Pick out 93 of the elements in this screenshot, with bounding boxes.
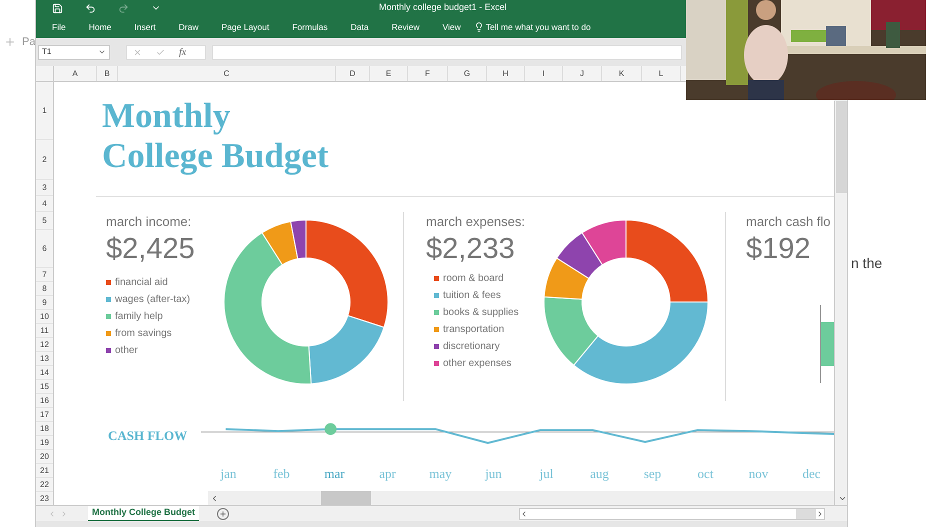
cash-flow-heading: CASH FLOW (107, 427, 188, 446)
column-header[interactable]: G (448, 66, 487, 81)
column-header[interactable]: L (642, 66, 681, 81)
previous-sheet-icon[interactable] (48, 510, 56, 518)
ribbon-tab[interactable]: Insert (134, 20, 156, 34)
budget-title: College Budget (102, 136, 330, 176)
tab-label: Pa (22, 35, 36, 50)
legend-label: other (115, 344, 138, 358)
next-sheet-icon[interactable] (60, 510, 68, 518)
legend-label: transportation (443, 323, 504, 338)
scrollbar-thumb[interactable] (321, 491, 371, 505)
row-header[interactable]: 13 (36, 352, 53, 366)
row-header[interactable]: 21 (36, 464, 53, 478)
column-header[interactable]: H (487, 66, 525, 81)
row-header[interactable]: 17 (36, 408, 53, 422)
legend-label: books & supplies (443, 306, 519, 320)
column-header[interactable]: K (602, 66, 642, 81)
row-header[interactable]: 2 (36, 140, 53, 180)
column-header[interactable]: J (563, 66, 602, 81)
cancel-icon[interactable] (133, 48, 142, 56)
column-header[interactable]: F (408, 66, 448, 81)
page-text: n the (851, 254, 882, 273)
window-title: Monthly college budget1 - Excel (379, 1, 507, 14)
scroll-right-icon[interactable] (816, 510, 824, 518)
row-header[interactable]: 12 (36, 338, 53, 352)
row-header[interactable]: 1 (36, 82, 53, 140)
row-header[interactable]: 8 (36, 282, 53, 296)
donut-slice (556, 232, 603, 279)
row-header[interactable]: 7 (36, 268, 53, 282)
column-header[interactable]: E (370, 66, 408, 81)
row-header[interactable]: 16 (36, 394, 53, 408)
scroll-left-icon[interactable] (520, 510, 528, 518)
income-label: march income: (106, 212, 192, 231)
cash-flow-label: march cash flo (746, 212, 832, 231)
expenses-label: march expenses: (426, 212, 526, 231)
row-header[interactable]: 19 (36, 436, 53, 450)
legend-label: tuition & fees (443, 289, 501, 304)
budget-title: Monthly (102, 96, 232, 136)
legend-label: financial aid (115, 276, 168, 290)
sheet-tab[interactable]: Monthly College Budget (88, 506, 199, 522)
ribbon-tab[interactable]: View (442, 20, 461, 34)
undo-icon[interactable] (85, 2, 96, 14)
enter-icon[interactable] (156, 48, 165, 56)
tell-me-field[interactable]: Tell me what you want to do (474, 20, 591, 34)
income-total: $2,425 (106, 232, 196, 268)
row-header[interactable]: 10 (36, 310, 53, 324)
scroll-left-icon[interactable] (210, 494, 219, 502)
ribbon-tab[interactable]: Data (350, 20, 369, 34)
row-header[interactable]: 14 (36, 366, 53, 380)
row-header[interactable]: 11 (36, 324, 53, 338)
insert-function-button[interactable]: fx (179, 44, 186, 60)
scrollbar-thumb[interactable] (796, 508, 816, 518)
scrollbar-thumb[interactable] (836, 101, 847, 193)
vertical-scrollbar[interactable] (834, 101, 847, 505)
column-header[interactable]: C (118, 66, 336, 81)
lightbulb-icon (474, 22, 484, 32)
row-header[interactable]: 6 (36, 230, 53, 268)
ribbon-tab[interactable]: Page Layout (222, 20, 270, 34)
row-header[interactable]: 9 (36, 296, 53, 310)
legend-label: family help (115, 310, 163, 324)
legend-label: other expenses (443, 357, 512, 372)
row-header[interactable]: 4 (36, 196, 53, 212)
dropdown-icon (98, 48, 106, 56)
scroll-down-icon[interactable] (838, 494, 846, 503)
row-header[interactable]: 22 (36, 478, 53, 492)
legend-label: wages (after-tax) (115, 293, 190, 308)
row-header[interactable]: 20 (36, 450, 53, 464)
horizontal-scrollbar[interactable] (519, 508, 825, 520)
ribbon-tab[interactable]: Review (392, 20, 420, 34)
column-header[interactable]: D (336, 66, 370, 81)
new-sheet-button[interactable] (217, 508, 229, 520)
ribbon-tab[interactable]: Formulas (292, 20, 328, 34)
legend-label: from savings (115, 327, 172, 342)
legend-label: room & board (443, 272, 504, 286)
new-tab-icon[interactable] (4, 36, 16, 48)
ribbon-tab[interactable]: Draw (178, 20, 198, 34)
row-header[interactable]: 5 (36, 212, 53, 230)
row-header[interactable]: 15 (36, 380, 53, 394)
column-header[interactable]: I (525, 66, 563, 81)
cash-flow-total: $192 (746, 232, 812, 268)
plus-icon (219, 510, 227, 518)
row-header[interactable]: 3 (36, 180, 53, 196)
timeline-scrollbar[interactable] (208, 491, 834, 505)
expenses-total: $2,233 (426, 232, 516, 268)
ribbon-tab[interactable]: File (52, 20, 66, 34)
save-icon[interactable] (52, 2, 63, 14)
name-box[interactable]: T1 (38, 44, 110, 60)
formula-field[interactable] (212, 44, 682, 60)
column-header[interactable]: A (54, 66, 97, 81)
ribbon-tab[interactable]: Home (88, 20, 112, 34)
legend-label: discretionary (443, 340, 500, 354)
column-header[interactable]: B (97, 66, 118, 81)
row-header[interactable]: 18 (36, 422, 53, 436)
